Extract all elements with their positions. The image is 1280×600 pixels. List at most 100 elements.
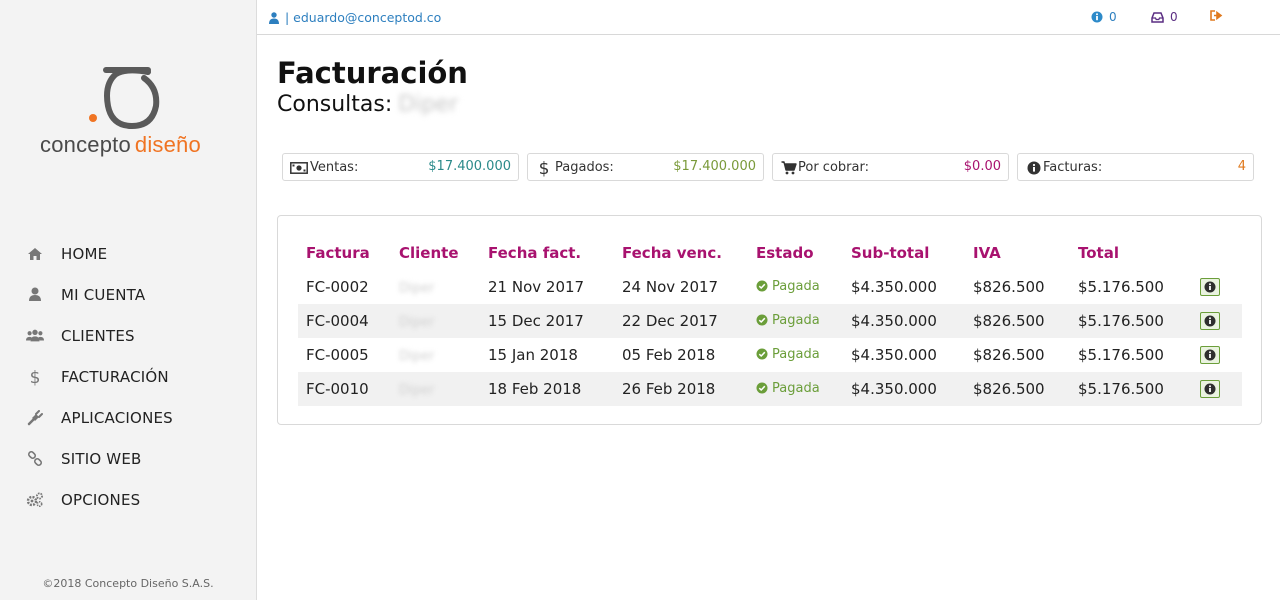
cell-factura: FC-0005 [306, 346, 369, 364]
stat-por-cobrar: Por cobrar: $0.00 [772, 153, 1009, 181]
column-header-iva[interactable]: IVA [965, 236, 1070, 270]
sign-out-icon [1210, 10, 1223, 21]
status-text: Pagada [772, 278, 820, 294]
invoice-details-button[interactable] [1200, 311, 1220, 330]
plug-icon [26, 409, 44, 427]
sidebar-item-mi-cuenta[interactable]: MI CUENTA [0, 274, 256, 315]
user-account[interactable]: | eduardo@conceptod.co [269, 10, 441, 25]
sidebar-item-aplicaciones[interactable]: APLICACIONES [0, 397, 256, 438]
column-header-fecha-fact[interactable]: Fecha fact. [480, 236, 614, 270]
cell-fecha-venc: 24 Nov 2017 [622, 278, 719, 296]
table-row: FC-0005 Diper 15 Jan 2018 05 Feb 2018 Pa… [298, 338, 1242, 372]
logout-button[interactable] [1210, 10, 1229, 21]
cell-factura: FC-0004 [298, 304, 391, 338]
invoice-details-button[interactable] [1200, 345, 1220, 364]
logo[interactable]: concepto diseño [40, 66, 220, 166]
cell-fecha-fact: 15 Jan 2018 [488, 346, 578, 364]
notifications-count: 0 [1109, 10, 1117, 24]
stat-value: $0.00 [963, 159, 1001, 174]
column-header-cliente[interactable]: Cliente [391, 236, 480, 270]
info-icon [1204, 383, 1216, 394]
table-header-row: Factura Cliente Fecha fact. Fecha venc. … [298, 236, 1242, 270]
table-row: FC-0010 Diper 18 Feb 2018 26 Feb 2018 Pa… [298, 372, 1242, 406]
inbox-button[interactable]: 0 [1151, 10, 1178, 24]
svg-text:$: $ [30, 368, 41, 386]
money-icon [290, 160, 308, 176]
sidebar-item-label: HOME [61, 244, 108, 263]
column-header-factura[interactable]: Factura [298, 236, 391, 270]
user-icon [269, 11, 279, 24]
cell-fecha-fact: 21 Nov 2017 [488, 278, 585, 296]
invoices-panel: Factura Cliente Fecha fact. Fecha venc. … [277, 215, 1262, 425]
stat-value: 4 [1237, 159, 1246, 174]
cell-subtotal: $4.350.000 [851, 278, 937, 296]
sidebar-nav: HOME MI CUENTA CLIENTES $ FACTURACIÓN AP… [0, 233, 256, 520]
column-header-estado[interactable]: Estado [748, 236, 843, 270]
topbar: | eduardo@conceptod.co 0 0 [257, 0, 1280, 35]
status-badge: Pagada [756, 347, 820, 362]
cell-subtotal: $4.350.000 [851, 346, 937, 364]
sidebar-footer: ©2018 Concepto Diseño S.A.S. [42, 577, 214, 590]
column-header-actions [1192, 236, 1242, 270]
cell-total: $5.176.500 [1070, 304, 1192, 338]
sidebar-item-label: APLICACIONES [61, 408, 173, 427]
sidebar-item-facturacion[interactable]: $ FACTURACIÓN [0, 356, 256, 397]
sidebar-item-label: OPCIONES [61, 490, 141, 509]
invoices-table: Factura Cliente Fecha fact. Fecha venc. … [298, 236, 1242, 406]
stat-ventas: Ventas: $17.400.000 [282, 153, 519, 181]
sidebar-item-opciones[interactable]: OPCIONES [0, 479, 256, 520]
sidebar-item-label: SITIO WEB [61, 449, 142, 468]
cell-cliente: Diper [399, 383, 435, 398]
cell-iva: $826.500 [973, 278, 1045, 296]
status-text: Pagada [772, 346, 820, 362]
cell-cliente: Diper [399, 281, 435, 296]
subtitle-label: Consultas: [277, 92, 393, 117]
stat-facturas: Facturas: 4 [1017, 153, 1254, 181]
notifications-button[interactable]: 0 [1091, 10, 1117, 24]
stat-label: Ventas: [310, 160, 359, 175]
status-badge: Pagada [756, 279, 820, 294]
home-icon [26, 245, 44, 263]
page-subtitle: Consultas: Diper [277, 92, 458, 117]
cell-iva: $826.500 [965, 372, 1070, 406]
check-circle-icon [756, 382, 768, 394]
invoice-details-button[interactable] [1200, 379, 1220, 398]
stat-pagados: $ Pagados: $17.400.000 [527, 153, 764, 181]
check-circle-icon [756, 280, 768, 292]
sidebar-item-label: MI CUENTA [61, 285, 146, 304]
column-header-subtotal[interactable]: Sub-total [843, 236, 965, 270]
cell-fecha-fact: 18 Feb 2018 [480, 372, 614, 406]
sidebar-item-sitio-web[interactable]: SITIO WEB [0, 438, 256, 479]
cell-fecha-venc: 05 Feb 2018 [622, 346, 716, 364]
table-row: FC-0004 Diper 15 Dec 2017 22 Dec 2017 Pa… [298, 304, 1242, 338]
svg-text:$: $ [539, 159, 550, 177]
dollar-icon: $ [26, 368, 44, 386]
cell-fecha-venc: 22 Dec 2017 [614, 304, 748, 338]
invoice-details-button[interactable] [1200, 277, 1220, 296]
cell-iva: $826.500 [973, 346, 1045, 364]
stat-label: Pagados: [555, 160, 614, 175]
inbox-count: 0 [1170, 10, 1178, 24]
sidebar-item-clientes[interactable]: CLIENTES [0, 315, 256, 356]
column-header-fecha-venc[interactable]: Fecha venc. [614, 236, 748, 270]
cell-factura: FC-0002 [306, 278, 369, 296]
user-email: | eduardo@conceptod.co [285, 10, 442, 25]
cell-factura: FC-0010 [298, 372, 391, 406]
check-circle-icon [756, 348, 768, 360]
cell-iva: $826.500 [965, 304, 1070, 338]
sidebar-item-label: CLIENTES [61, 326, 135, 345]
dollar-icon: $ [535, 159, 553, 177]
info-icon [1204, 281, 1216, 292]
logo-mark-icon [89, 67, 160, 130]
cell-total: $5.176.500 [1078, 346, 1164, 364]
sidebar-item-home[interactable]: HOME [0, 233, 256, 274]
stats-bar: Ventas: $17.400.000 $ Pagados: $17.400.0… [282, 153, 1254, 181]
stat-value: $17.400.000 [428, 159, 511, 174]
logo-text-main: concepto [40, 132, 131, 157]
column-header-total[interactable]: Total [1070, 236, 1192, 270]
check-circle-icon [756, 314, 768, 326]
stat-label: Facturas: [1043, 160, 1103, 175]
users-icon [26, 327, 44, 345]
table-row: FC-0002 Diper 21 Nov 2017 24 Nov 2017 Pa… [298, 270, 1242, 304]
cell-total: $5.176.500 [1078, 278, 1164, 296]
